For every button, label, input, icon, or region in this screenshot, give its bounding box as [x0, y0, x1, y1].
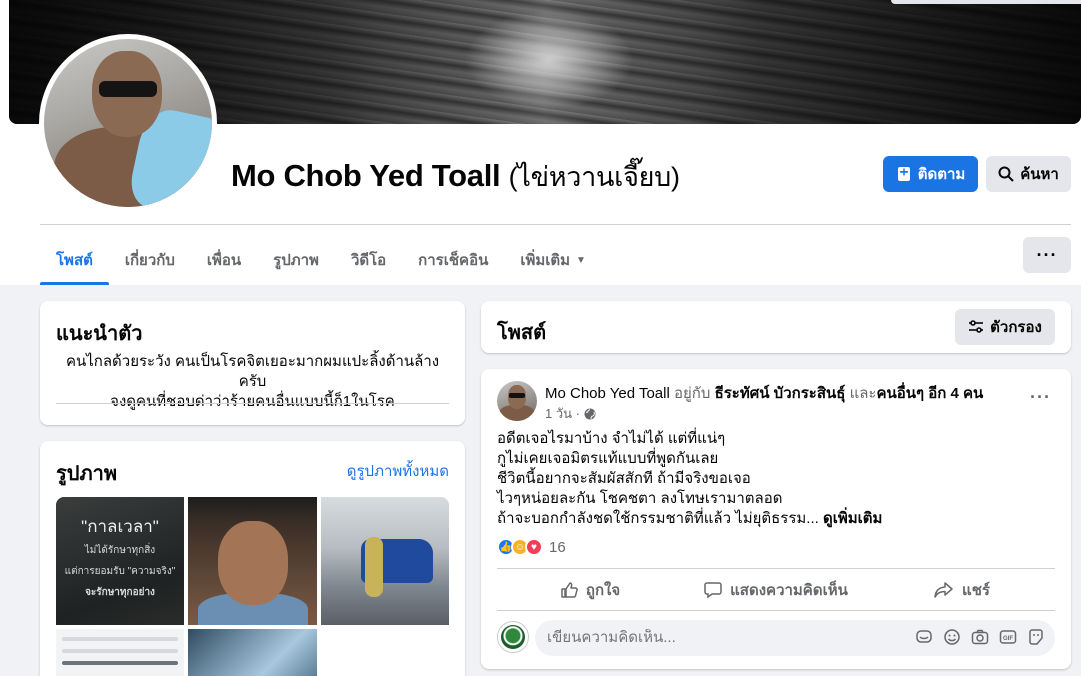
filter-icon: [968, 319, 984, 335]
post-text-line: ถ้าจะบอกกำลังชดใช้กรรมชาติที่แล้ว ไม่ยุต…: [497, 510, 883, 527]
post-card: Mo Chob Yed Toall อยู่กับ ธีระทัศน์ บัวก…: [481, 369, 1071, 669]
profile-name: Mo Chob Yed Toall (ไข่หวานเจี๊ยบ): [231, 155, 680, 198]
reaction-count: 16: [549, 538, 566, 556]
avatar-sticker-icon[interactable]: [1027, 628, 1045, 646]
more-options-button[interactable]: ···: [1023, 237, 1071, 273]
post-timestamp[interactable]: 1 วัน ·: [545, 403, 580, 424]
post-text-line: ไวๆหน่อยละกัน โชคชตา ลงโทษเรามาตลอด: [497, 490, 783, 507]
tab-photos[interactable]: รูปภาพ: [257, 236, 335, 284]
search-label: ค้นหา: [1020, 166, 1059, 183]
profile-alternate-name: (ไข่หวานเจี๊ยบ): [508, 162, 680, 192]
emoji-icon[interactable]: [943, 628, 961, 646]
post-text: อดีตเจอไรมาบ้าง จำไม่ได้ แต่ที่แน่ๆ กูไม…: [497, 429, 1057, 529]
share-button[interactable]: แชร์: [869, 572, 1055, 608]
header-divider: [40, 224, 1071, 225]
commenter-avatar[interactable]: [497, 621, 529, 653]
post-author-avatar[interactable]: [497, 381, 537, 421]
post-tagged-person[interactable]: ธีระทัศน์ บัวกระสินธุ์: [715, 385, 846, 402]
like-label: ถูกใจ: [585, 582, 621, 599]
comment-label: แสดงความคิดเห็น: [730, 582, 848, 599]
tab-about[interactable]: เกี่ยวกับ: [109, 236, 191, 284]
intro-title: แนะนำตัว: [56, 323, 143, 345]
photo-thumbnail[interactable]: "กาลเวลา" ไม่ได้รักษาทุกสิ่ง แต่การยอมรั…: [56, 497, 184, 625]
posts-header-card: โพสต์ ตัวกรอง: [481, 301, 1071, 353]
follow-icon: [896, 166, 912, 182]
profile-header: Mo Chob Yed Toall (ไข่หวานเจี๊ยบ) ติดตาม…: [0, 0, 1081, 285]
post-author-name[interactable]: Mo Chob Yed Toall: [545, 385, 670, 402]
photos-card: รูปภาพ ดูรูปภาพทั้งหมด "กาลเวลา" ไม่ได้ร…: [40, 441, 465, 676]
tab-checkins[interactable]: การเช็คอิน: [402, 236, 504, 284]
intro-divider: [56, 403, 449, 404]
caret-down-icon: ▼: [576, 254, 586, 266]
photo-thumbnail[interactable]: [188, 497, 317, 625]
camera-icon[interactable]: [971, 628, 989, 646]
like-button[interactable]: ถูกใจ: [497, 572, 683, 608]
post-text-line: ชีวิตนี้อยากจะสัมผัสสักที ถ้ามีจริงขอเจอ: [497, 470, 751, 487]
photo-quote-body: ไม่ได้รักษาทุกสิ่ง แต่การยอมรับ "ความจริ…: [64, 545, 176, 598]
intro-bio-line: คนไกลด้วยระวัง คนเป็นโรคจิตเยอะมากผมแปะล…: [65, 353, 440, 390]
post-with-text: อยู่กับ: [674, 385, 711, 402]
post-actions: ถูกใจ แสดงความคิดเห็น แชร์: [497, 572, 1055, 608]
post-text-line: อดีตเจอไรมาบ้าง จำไม่ได้ แต่ที่แน่ๆ: [497, 430, 726, 447]
photo-thumbnail[interactable]: [321, 497, 449, 625]
post-tagged-others[interactable]: คนอื่นๆ อีก 4 คน: [876, 385, 983, 402]
profile-tabs: โพสต์ เกี่ยวกับ เพื่อน รูปภาพ วิดีโอ การ…: [40, 236, 602, 285]
profile-search-button[interactable]: ค้นหา: [986, 156, 1071, 192]
see-more-link[interactable]: ดูเพิ่มเติม: [823, 510, 882, 527]
like-icon: [560, 581, 578, 599]
tab-posts[interactable]: โพสต์: [40, 236, 109, 285]
love-reaction-icon: ♥: [525, 538, 543, 556]
tab-videos[interactable]: วิดีโอ: [335, 236, 402, 284]
tab-more[interactable]: เพิ่มเติม ▼: [504, 236, 602, 284]
intro-bio-line: จงดูคนที่ชอบด่าว่าร้ายคนอื่นแบบนี้ก็1ในโ…: [110, 393, 395, 410]
intro-card: แนะนำตัว คนไกลด้วยระวัง คนเป็นโรคจิตเยอะ…: [40, 301, 465, 425]
filter-button[interactable]: ตัวกรอง: [955, 309, 1055, 345]
photo-thumbnail[interactable]: [56, 629, 184, 676]
comment-box[interactable]: GIF: [535, 620, 1055, 656]
post-meta: 1 วัน ·: [545, 403, 596, 424]
profile-name-text: Mo Chob Yed Toall: [231, 158, 501, 193]
profile-picture[interactable]: [44, 39, 212, 207]
share-icon: [934, 581, 954, 599]
posts-title: โพสต์: [497, 322, 547, 344]
sticker-icon[interactable]: [915, 628, 933, 646]
photos-title: รูปภาพ: [56, 463, 118, 485]
follow-button[interactable]: ติดตาม: [883, 156, 978, 192]
svg-text:GIF: GIF: [1003, 636, 1013, 642]
post-header: Mo Chob Yed Toall อยู่กับ ธีระทัศน์ บัวก…: [545, 381, 983, 405]
gif-icon[interactable]: GIF: [999, 628, 1017, 646]
post-options-button[interactable]: ···: [1030, 387, 1051, 408]
comment-button[interactable]: แสดงความคิดเห็น: [683, 572, 869, 608]
more-icon: ···: [1036, 244, 1058, 265]
reaction-summary[interactable]: 👍 ☺ ♥ 16: [497, 538, 566, 556]
post-divider: [497, 568, 1055, 569]
comment-icon: [704, 581, 722, 599]
share-label: แชร์: [962, 582, 990, 599]
comment-input[interactable]: [547, 629, 907, 646]
tab-friends[interactable]: เพื่อน: [191, 236, 257, 284]
filter-label: ตัวกรอง: [990, 319, 1042, 336]
globe-icon: [584, 408, 596, 420]
photo-thumbnail[interactable]: [188, 629, 317, 676]
post-text-line: กูไม่เคยเจอมิตรแท้แบบที่พูดกันเลย: [497, 450, 719, 467]
search-icon: [998, 166, 1014, 182]
follow-label: ติดตาม: [917, 166, 966, 183]
photo-quote-title: "กาลเวลา": [81, 517, 159, 536]
see-all-photos-link[interactable]: ดูรูปภาพทั้งหมด: [347, 459, 449, 483]
comment-tools: GIF: [915, 628, 1045, 646]
more-icon: ···: [1030, 387, 1051, 407]
post-divider: [497, 610, 1055, 611]
post-and-text: และ: [849, 385, 877, 402]
